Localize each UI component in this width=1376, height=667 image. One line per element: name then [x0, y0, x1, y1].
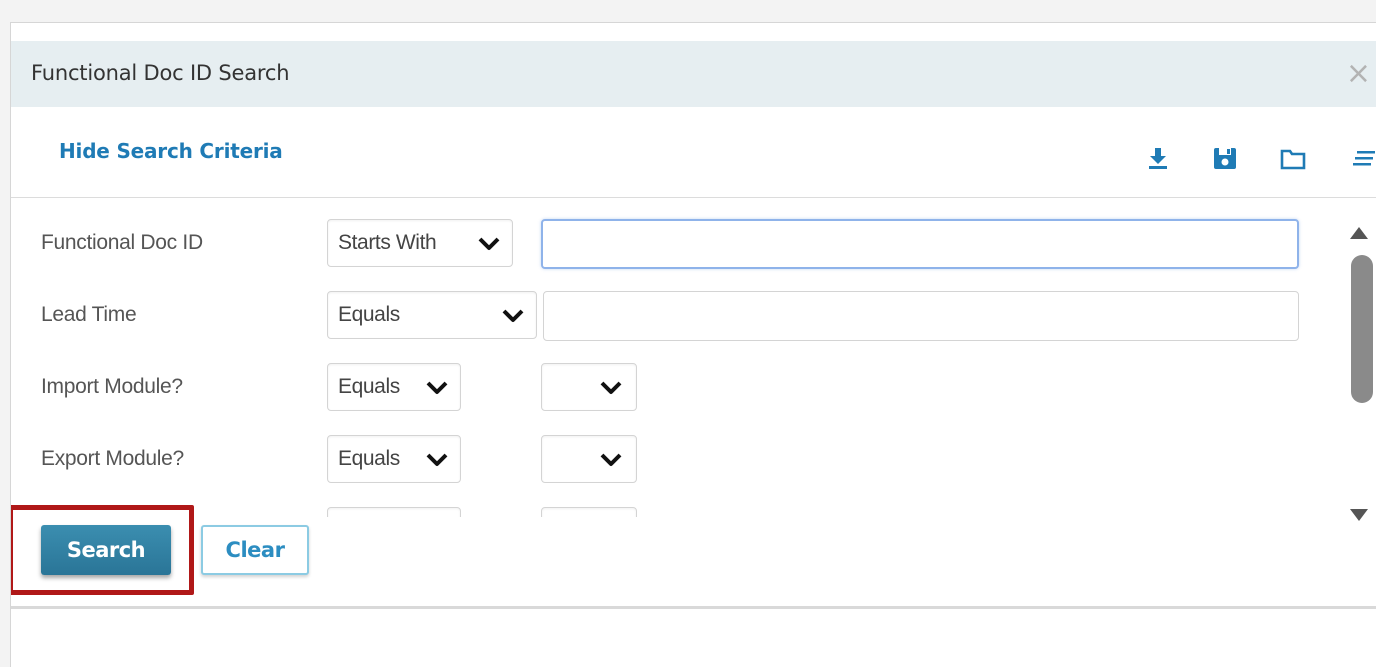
lead-time-input[interactable]	[543, 291, 1299, 341]
search-toolbar: Hide Search Criteria	[11, 107, 1376, 199]
export-module-value-select[interactable]	[541, 435, 637, 483]
search-button-highlight	[11, 505, 194, 595]
folder-icon[interactable]	[1278, 143, 1308, 173]
search-criteria-panel: Functional Doc ID Starts With Lead Time …	[11, 199, 1337, 517]
chevron-down-icon	[424, 450, 450, 470]
scroll-up-arrow-icon[interactable]	[1347, 223, 1371, 243]
bottom-divider	[11, 606, 1376, 609]
operator-select-lead-time[interactable]: Equals	[327, 291, 537, 339]
toolbar-divider	[11, 197, 1376, 198]
chevron-down-icon	[500, 306, 526, 326]
operator-select-functional-doc-id[interactable]: Starts With	[327, 219, 513, 267]
criteria-label: Import Module?	[41, 375, 183, 398]
chevron-down-icon	[598, 378, 624, 398]
import-module-value-select[interactable]	[541, 363, 637, 411]
operator-value: Equals	[338, 375, 400, 398]
operator-select-export-module[interactable]: Equals	[327, 435, 461, 483]
dialog-title: Functional Doc ID Search	[31, 61, 290, 85]
criteria-row-export-module: Export Module? Equals	[11, 435, 1337, 487]
criteria-row-clipped	[11, 507, 1337, 517]
clear-button[interactable]: Clear	[201, 525, 309, 575]
value-select-clipped[interactable]	[541, 507, 637, 517]
criteria-label: Lead Time	[41, 303, 137, 326]
dialog-titlebar: Functional Doc ID Search ×	[11, 41, 1376, 107]
list-icon[interactable]	[1351, 143, 1376, 173]
criteria-scrollbar[interactable]	[1341, 219, 1376, 529]
close-icon[interactable]: ×	[1346, 59, 1371, 89]
criteria-row-import-module: Import Module? Equals	[11, 363, 1337, 415]
chevron-down-icon	[598, 450, 624, 470]
chevron-down-icon	[424, 378, 450, 398]
operator-value: Equals	[338, 303, 400, 326]
operator-value: Equals	[338, 447, 400, 470]
scroll-thumb[interactable]	[1351, 255, 1373, 403]
operator-select-clipped[interactable]	[327, 507, 461, 517]
search-dialog: Functional Doc ID Search × Hide Search C…	[10, 22, 1376, 667]
action-buttons: Search Clear	[11, 505, 1376, 609]
criteria-row-lead-time: Lead Time Equals	[11, 291, 1337, 343]
download-icon[interactable]	[1143, 143, 1173, 173]
operator-select-import-module[interactable]: Equals	[327, 363, 461, 411]
criteria-label: Functional Doc ID	[41, 231, 203, 254]
criteria-label: Export Module?	[41, 447, 184, 470]
criteria-row-functional-doc-id: Functional Doc ID Starts With	[11, 219, 1337, 271]
functional-doc-id-input[interactable]	[541, 219, 1299, 269]
save-icon[interactable]	[1210, 143, 1240, 173]
hide-search-criteria-link[interactable]: Hide Search Criteria	[59, 139, 283, 163]
operator-value: Starts With	[338, 231, 437, 254]
chevron-down-icon	[476, 234, 502, 254]
